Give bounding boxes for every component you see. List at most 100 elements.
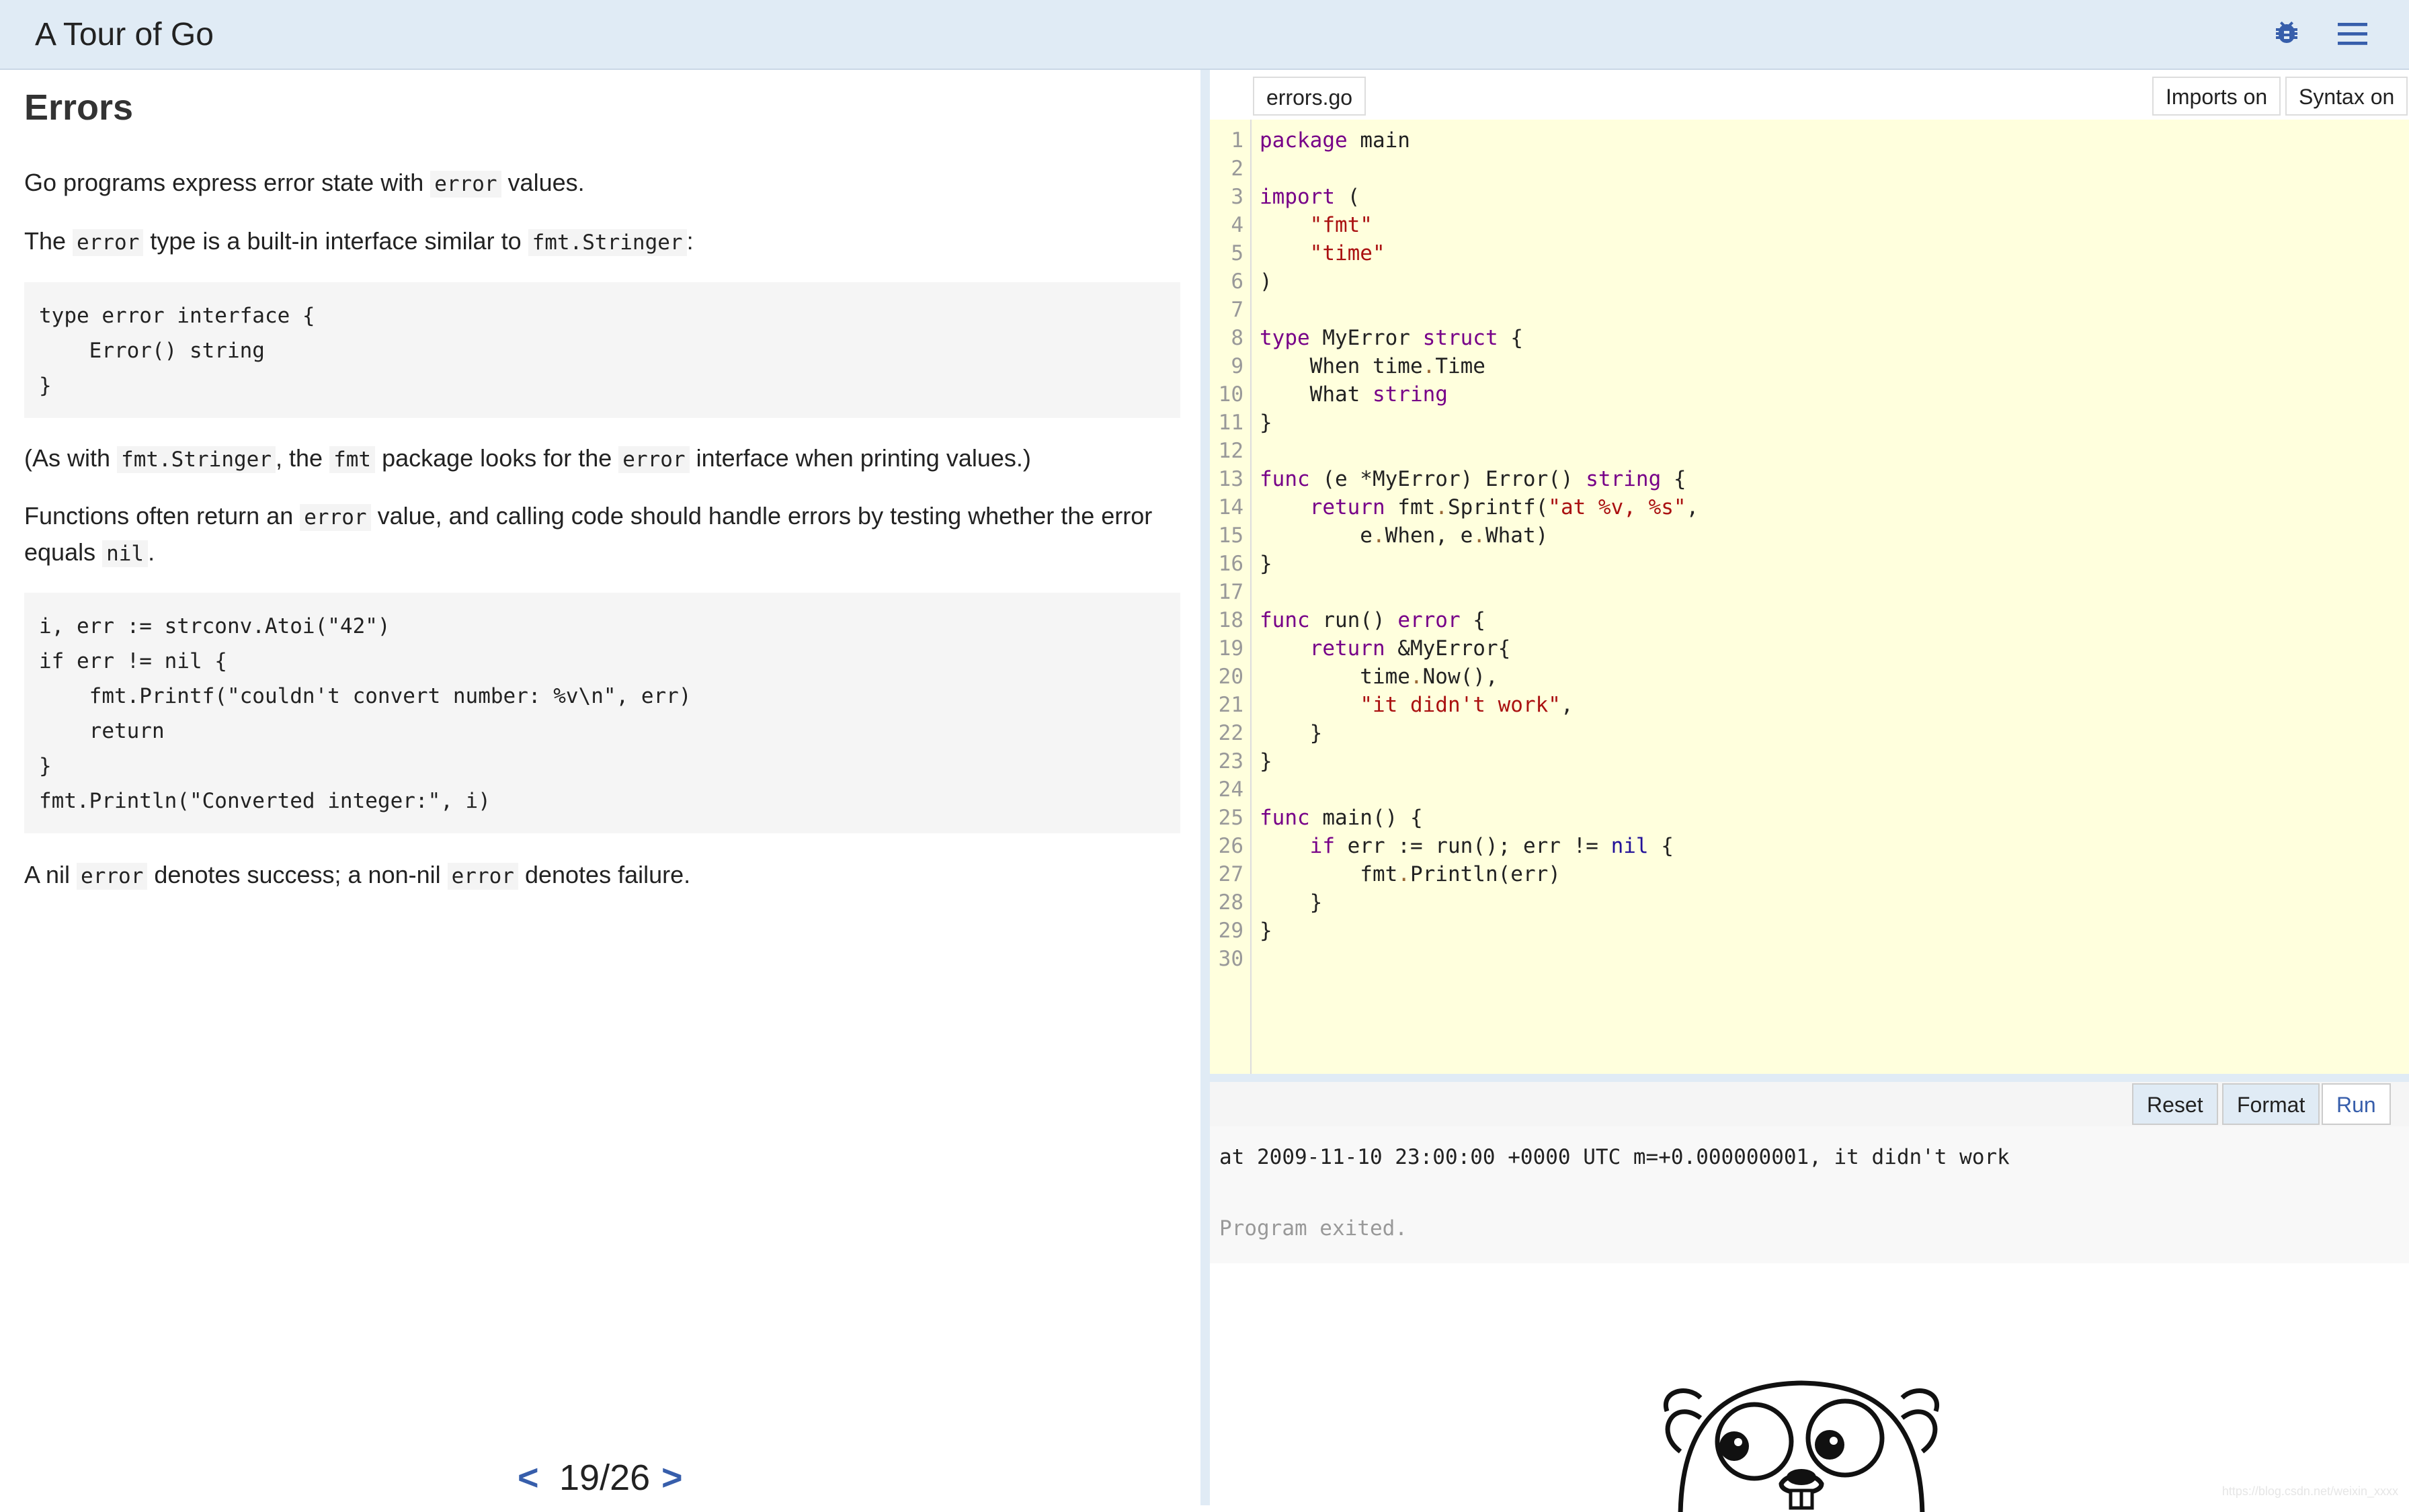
app-title[interactable]: A Tour of Go bbox=[35, 16, 214, 53]
lesson-paragraph: Go programs express error state with err… bbox=[24, 165, 1167, 202]
pane-divider[interactable] bbox=[1200, 70, 1210, 1505]
hamburger-menu-icon[interactable] bbox=[2336, 19, 2369, 48]
line-number: 8 bbox=[1231, 326, 1243, 350]
line-number: 15 bbox=[1218, 523, 1243, 548]
inline-code: fmt bbox=[329, 446, 376, 473]
line-number: 11 bbox=[1218, 411, 1243, 435]
line-number: 13 bbox=[1218, 467, 1243, 491]
code-line[interactable]: import ( bbox=[1260, 183, 1360, 211]
code-line[interactable]: func (e *MyError) Error() string { bbox=[1260, 465, 1686, 493]
code-line[interactable]: ) bbox=[1260, 267, 1272, 296]
code-line[interactable]: package main bbox=[1260, 126, 1410, 155]
next-page-button[interactable]: > bbox=[661, 1457, 683, 1499]
code-line[interactable]: } bbox=[1260, 747, 1272, 775]
file-tab-errors-go[interactable]: errors.go bbox=[1253, 77, 1366, 116]
code-line[interactable]: } bbox=[1260, 409, 1272, 437]
line-number: 19 bbox=[1218, 636, 1243, 661]
line-number: 7 bbox=[1231, 298, 1243, 322]
code-editor[interactable]: 1 2 3 4 5 6 7 8 9 10 11 12 13 14 15 16 1… bbox=[1210, 120, 2409, 1074]
code-line[interactable]: return &MyError{ bbox=[1260, 634, 1511, 663]
inline-code: error bbox=[300, 504, 371, 531]
format-button[interactable]: Format bbox=[2222, 1083, 2320, 1125]
line-number: 14 bbox=[1218, 495, 1243, 519]
code-line[interactable]: } bbox=[1260, 888, 1323, 917]
line-number: 1 bbox=[1231, 128, 1243, 153]
code-line[interactable]: type MyError struct { bbox=[1260, 324, 1523, 352]
code-line[interactable]: time.Now(), bbox=[1260, 663, 1498, 691]
run-button[interactable]: Run bbox=[2322, 1083, 2391, 1125]
watermark: https://blog.csdn.net/weixin_xxxx bbox=[2221, 1484, 2398, 1498]
line-number: 6 bbox=[1231, 269, 1243, 294]
line-number: 10 bbox=[1218, 382, 1243, 407]
prev-page-button[interactable]: < bbox=[518, 1457, 539, 1499]
editor-pane: errors.go Imports on Syntax on 1 2 3 4 5… bbox=[1210, 70, 2409, 1074]
text: Go programs express error state with bbox=[24, 169, 431, 196]
bug-icon[interactable] bbox=[2271, 17, 2303, 50]
imports-toggle-button[interactable]: Imports on bbox=[2152, 77, 2281, 116]
line-number: 5 bbox=[1231, 241, 1243, 265]
text: denotes success; a non-nil bbox=[147, 861, 448, 888]
code-line[interactable]: fmt.Println(err) bbox=[1260, 860, 1561, 888]
inline-code: fmt.Stringer bbox=[528, 229, 687, 256]
code-example-atoi: i, err := strconv.Atoi("42") if err != n… bbox=[24, 593, 1180, 833]
inline-code: error bbox=[73, 229, 144, 256]
line-number: 24 bbox=[1218, 778, 1243, 802]
code-line[interactable]: What string bbox=[1260, 380, 1448, 409]
lesson-paragraph: (As with fmt.Stringer, the fmt package l… bbox=[24, 441, 1167, 477]
gopher-area: https://blog.csdn.net/weixin_xxxx bbox=[1210, 1263, 2409, 1512]
inline-code: error bbox=[447, 863, 518, 890]
line-number: 20 bbox=[1218, 665, 1243, 689]
code-line[interactable]: if err := run(); err != nil { bbox=[1260, 832, 1674, 860]
line-number: 16 bbox=[1218, 552, 1243, 576]
program-exit-status: Program exited. bbox=[1219, 1216, 1407, 1241]
text: package looks for the bbox=[375, 444, 619, 472]
code-line[interactable]: } bbox=[1260, 719, 1323, 747]
text: : bbox=[686, 227, 694, 255]
line-number: 25 bbox=[1218, 806, 1243, 830]
reset-button[interactable]: Reset bbox=[2132, 1083, 2218, 1125]
text: A nil bbox=[24, 861, 77, 888]
lesson-paragraph: The error type is a built-in interface s… bbox=[24, 224, 1167, 260]
line-number: 28 bbox=[1218, 890, 1243, 915]
text: Functions often return an bbox=[24, 502, 300, 530]
page-number[interactable]: 19/26 bbox=[559, 1457, 650, 1499]
gopher-mascot-icon bbox=[1663, 1380, 1940, 1512]
text: interface when printing values.) bbox=[689, 444, 1031, 472]
editor-tabbar: errors.go Imports on Syntax on bbox=[1210, 70, 2409, 120]
line-number: 22 bbox=[1218, 721, 1243, 745]
run-toolbar: Reset Format Run bbox=[1210, 1082, 2409, 1126]
top-header: A Tour of Go bbox=[0, 0, 2409, 70]
text: values. bbox=[501, 169, 585, 196]
text: The bbox=[24, 227, 73, 255]
line-number-gutter: 1 2 3 4 5 6 7 8 9 10 11 12 13 14 15 16 1… bbox=[1210, 120, 1252, 1074]
line-number: 29 bbox=[1218, 919, 1243, 943]
text: , the bbox=[276, 444, 330, 472]
code-line[interactable]: "time" bbox=[1260, 239, 1385, 267]
code-line[interactable]: "it didn't work", bbox=[1260, 691, 1573, 719]
inline-code: error bbox=[430, 171, 501, 198]
code-line[interactable]: "fmt" bbox=[1260, 211, 1373, 239]
syntax-toggle-button[interactable]: Syntax on bbox=[2285, 77, 2408, 116]
code-line[interactable]: e.When, e.What) bbox=[1260, 521, 1548, 550]
editor-output-separator[interactable] bbox=[1210, 1074, 2409, 1082]
text: . bbox=[148, 538, 155, 566]
code-line[interactable]: } bbox=[1260, 550, 1272, 578]
line-number: 26 bbox=[1218, 834, 1243, 858]
lesson-pane: Errors Go programs express error state w… bbox=[0, 70, 1200, 1505]
code-line[interactable]: func main() { bbox=[1260, 804, 1423, 832]
line-number: 18 bbox=[1218, 608, 1243, 632]
code-line[interactable]: } bbox=[1260, 917, 1272, 945]
inline-code: error bbox=[77, 863, 148, 890]
line-number: 9 bbox=[1231, 354, 1243, 378]
line-number: 30 bbox=[1218, 947, 1243, 971]
line-number: 4 bbox=[1231, 213, 1243, 237]
line-number: 17 bbox=[1218, 580, 1243, 604]
line-number: 21 bbox=[1218, 693, 1243, 717]
code-line[interactable]: When time.Time bbox=[1260, 352, 1485, 380]
line-number: 27 bbox=[1218, 862, 1243, 886]
inline-code: fmt.Stringer bbox=[117, 446, 276, 473]
code-line[interactable]: func run() error { bbox=[1260, 606, 1485, 634]
line-number: 3 bbox=[1231, 185, 1243, 209]
code-line[interactable]: return fmt.Sprintf("at %v, %s", bbox=[1260, 493, 1699, 521]
line-number: 2 bbox=[1231, 157, 1243, 181]
